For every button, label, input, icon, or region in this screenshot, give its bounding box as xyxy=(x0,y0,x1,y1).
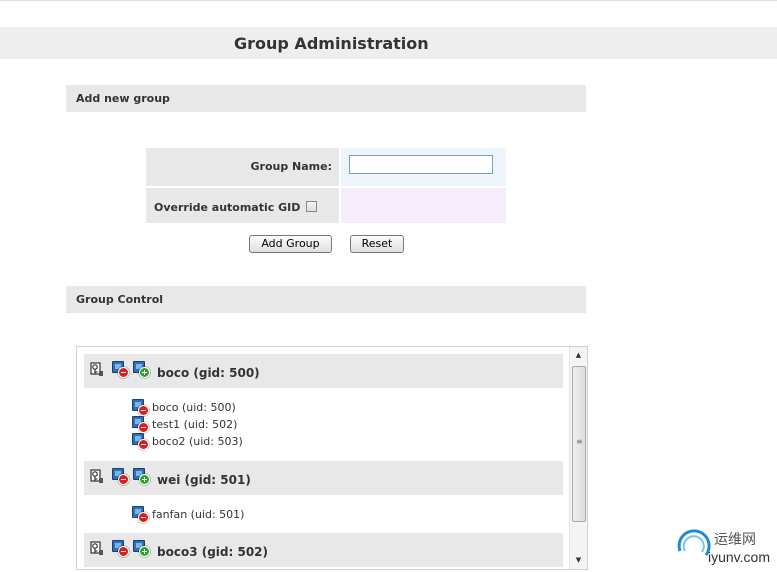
remove-group-icon[interactable] xyxy=(112,468,129,485)
group-row: wei (gid: 501) xyxy=(84,461,563,495)
add-user-to-group-icon[interactable] xyxy=(133,468,150,485)
user-label: boco (uid: 500) xyxy=(152,401,236,414)
override-gid-input-cell xyxy=(341,188,506,223)
remove-user-from-group-icon[interactable] xyxy=(132,506,149,523)
group-row: boco3 (gid: 502) xyxy=(84,533,563,567)
group-name-label: Group Name: xyxy=(250,160,333,173)
top-divider xyxy=(0,0,777,1)
override-gid-label: Override automatic GID xyxy=(154,201,301,214)
site-watermark: 运维网 iyunv.com xyxy=(674,521,777,572)
group-control-section-header: Group Control xyxy=(66,286,586,313)
page-header: Group Administration xyxy=(0,27,777,59)
watermark-cn-text: 运维网 xyxy=(714,532,756,548)
group-name: wei (gid: 501) xyxy=(157,473,251,487)
watermark-en-text: iyunv.com xyxy=(708,549,770,565)
group-control-section-title: Group Control xyxy=(76,293,164,306)
add-user-to-group-icon[interactable] xyxy=(133,540,150,557)
scroll-up-arrow-icon[interactable]: ▲ xyxy=(570,347,587,364)
user-label: fanfan (uid: 501) xyxy=(152,508,245,521)
add-group-button[interactable]: Add Group xyxy=(249,235,332,253)
remove-group-icon[interactable] xyxy=(112,361,129,378)
edit-group-icon[interactable] xyxy=(90,469,104,483)
group-name-input-cell xyxy=(341,148,506,186)
add-user-to-group-icon[interactable] xyxy=(133,361,150,378)
group-row: boco (gid: 500) xyxy=(84,354,563,388)
group-list-scroll-area[interactable]: boco (gid: 500) boco (uid: 500) test1 (u… xyxy=(76,346,588,570)
vertical-scrollbar[interactable]: ▲ ≡ ▼ xyxy=(569,347,587,569)
add-group-section-header: Add new group xyxy=(66,85,586,112)
add-group-section-title: Add new group xyxy=(76,92,170,105)
remove-user-from-group-icon[interactable] xyxy=(132,399,149,416)
group-name: boco (gid: 500) xyxy=(157,366,260,380)
page-title: Group Administration xyxy=(234,34,429,53)
remove-user-from-group-icon[interactable] xyxy=(132,416,149,433)
group-name-label-cell: Group Name: xyxy=(146,148,339,186)
group-name: boco3 (gid: 502) xyxy=(157,545,269,559)
scrollbar-thumb[interactable]: ≡ xyxy=(572,366,586,522)
group-name-input[interactable] xyxy=(349,155,493,174)
user-label: boco2 (uid: 503) xyxy=(152,435,243,448)
remove-user-from-group-icon[interactable] xyxy=(132,433,149,450)
user-label: test1 (uid: 502) xyxy=(152,418,238,431)
scroll-down-arrow-icon[interactable]: ▼ xyxy=(570,552,587,569)
scrollbar-grip-icon: ≡ xyxy=(576,437,583,446)
override-gid-label-cell: Override automatic GID xyxy=(146,188,339,223)
edit-group-icon[interactable] xyxy=(90,362,104,376)
override-gid-checkbox[interactable] xyxy=(306,201,318,212)
remove-group-icon[interactable] xyxy=(112,540,129,557)
reset-button[interactable]: Reset xyxy=(350,235,404,253)
edit-group-icon[interactable] xyxy=(90,541,104,555)
